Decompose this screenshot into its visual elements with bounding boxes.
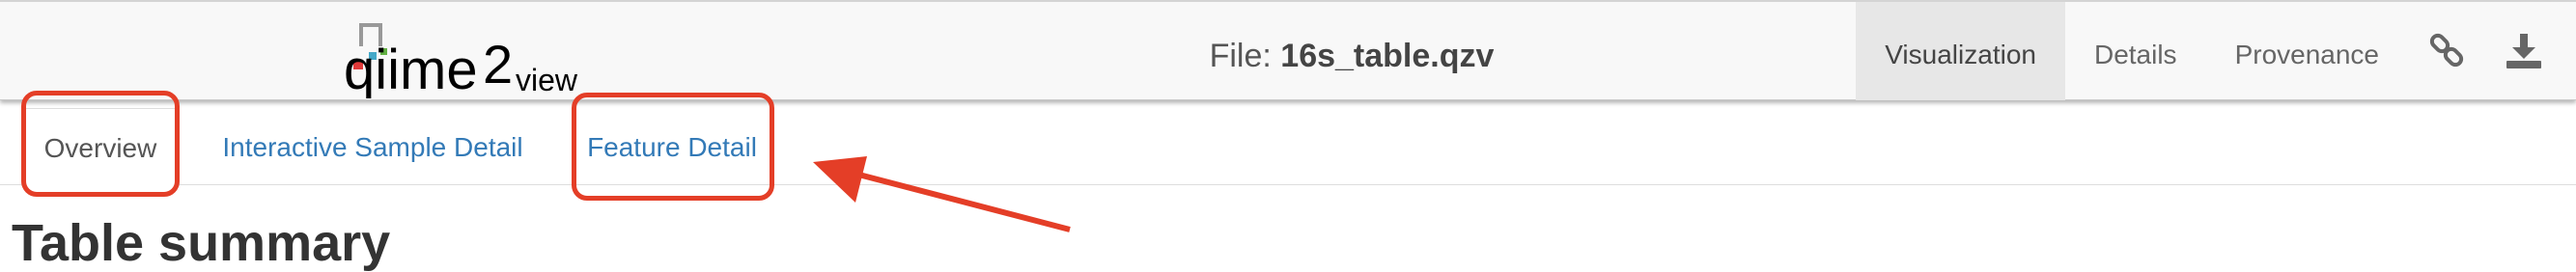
annotation-arrow: [813, 156, 1071, 232]
